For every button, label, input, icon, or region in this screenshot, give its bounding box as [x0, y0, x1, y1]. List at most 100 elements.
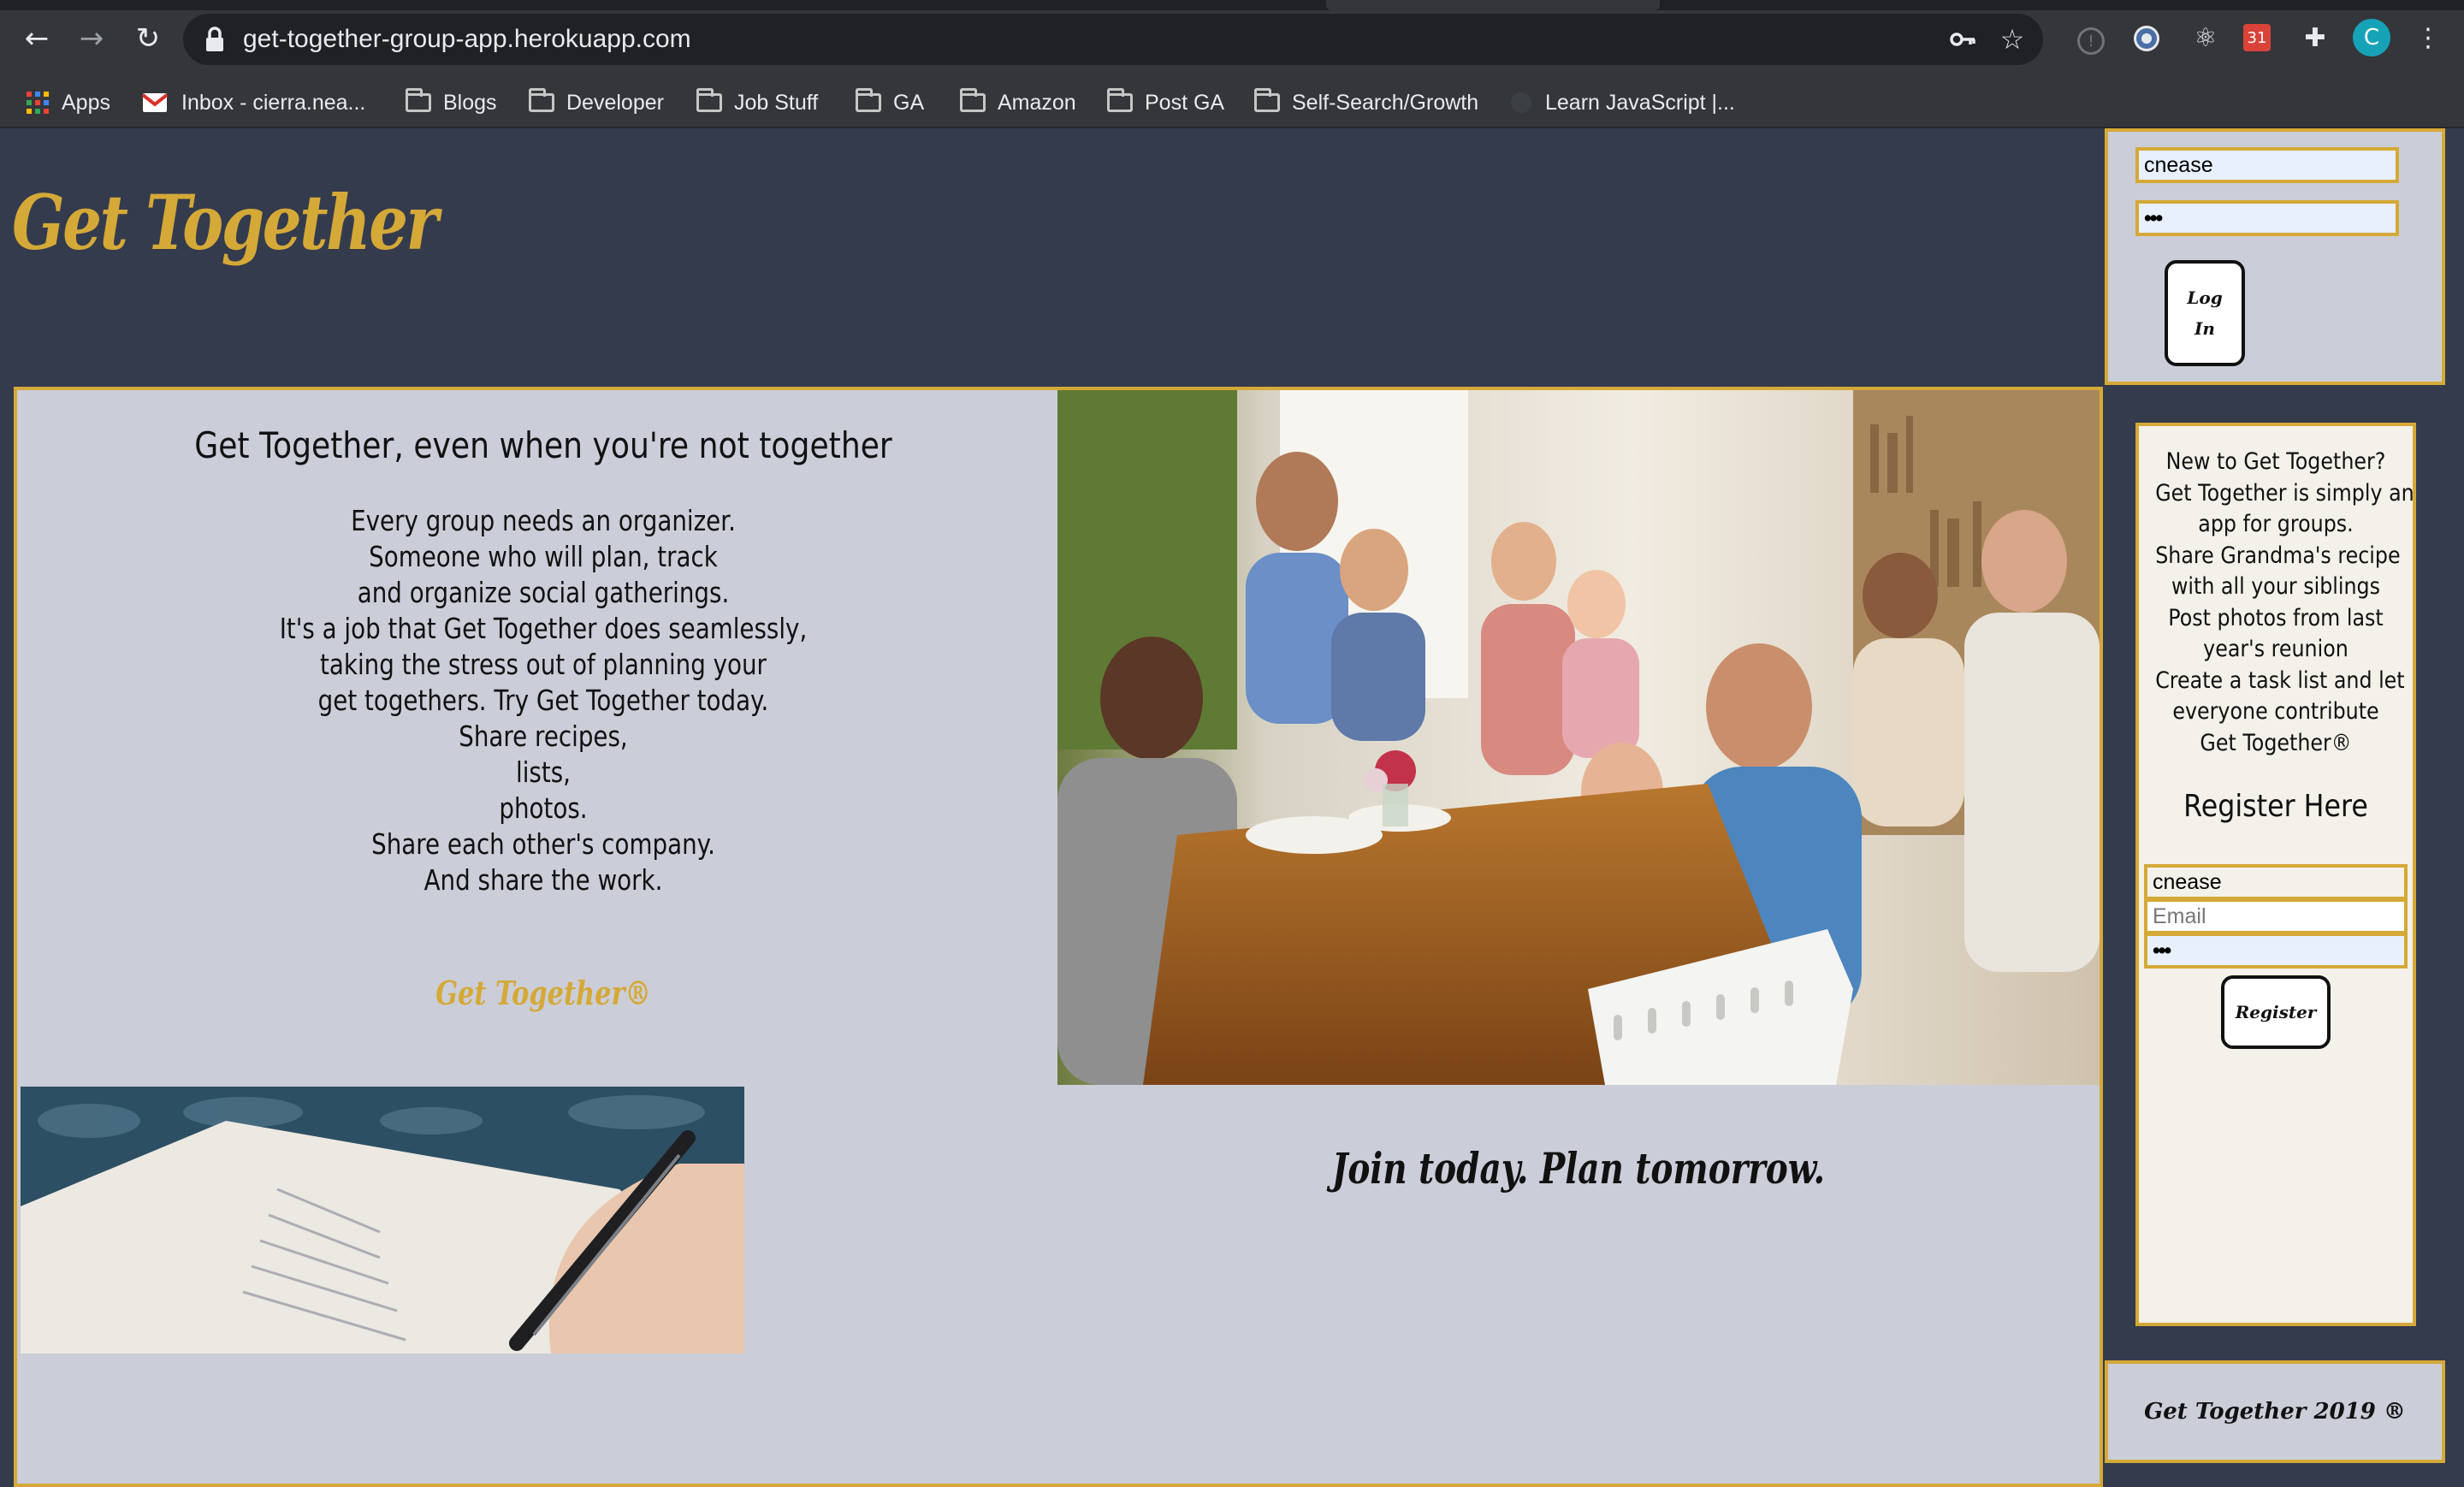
lock-icon — [206, 27, 223, 51]
bookmark-label: Learn JavaScript |... — [1545, 90, 1735, 115]
register-password-value: ••• — [2153, 938, 2171, 963]
gmail-icon — [142, 93, 168, 112]
bookmark-ga[interactable]: GA — [856, 84, 924, 121]
family-dinner-photo — [1057, 390, 2100, 1085]
login-password-value: ••• — [2144, 205, 2163, 230]
intro-line: Share recipes, — [459, 720, 628, 753]
register-copy-line: with all your siblings — [2171, 573, 2381, 600]
puzzle-extensions-icon[interactable]: ✚ — [2296, 19, 2334, 56]
profile-avatar[interactable]: C — [2353, 19, 2390, 56]
key-icon[interactable] — [1947, 24, 1978, 55]
bookmark-self-search[interactable]: Self-Search/Growth — [1254, 84, 1478, 121]
bookmark-label: Apps — [62, 90, 110, 115]
notebook-checklist-photo — [21, 1087, 744, 1354]
register-heading: Register Here — [2183, 789, 2368, 824]
bookmark-amazon[interactable]: Amazon — [960, 84, 1076, 121]
web-page: Get Together cnease ••• Log In Get Toget… — [0, 128, 2464, 1487]
bookmark-label: Self-Search/Growth — [1292, 90, 1479, 115]
register-email-input[interactable]: Email — [2144, 898, 2408, 934]
main-content-panel: Get Together, even when you're not toget… — [14, 387, 2103, 1487]
login-username-input[interactable]: cnease — [2135, 147, 2399, 183]
apps-grid-icon — [27, 92, 49, 114]
register-copy-line: Get Together® — [2200, 729, 2352, 756]
register-copy-line: everyone contribute — [2172, 698, 2379, 725]
intro-line: lists, — [516, 755, 571, 789]
reload-icon[interactable]: ↻ — [128, 19, 168, 58]
active-tab[interactable] — [1326, 0, 1660, 10]
intro-line: get togethers. Try Get Together today. — [317, 684, 769, 717]
intro-text: Every group needs an organizer. Someone … — [17, 503, 1069, 898]
register-copy-line: app for groups. — [2198, 511, 2354, 537]
login-password-input[interactable]: ••• — [2135, 200, 2399, 236]
register-copy-line: New to Get Together? — [2165, 448, 2386, 475]
tagline: Join today. Plan tomorrow. — [1331, 1143, 1826, 1194]
login-username-value: cnease — [2144, 152, 2213, 177]
extension-info-icon[interactable]: ! — [2077, 27, 2105, 55]
login-button[interactable]: Log In — [2165, 260, 2245, 366]
intro-line: And share the work. — [424, 863, 663, 897]
login-button-label-1: Log — [2187, 287, 2223, 308]
brand-mark: Get Together® — [435, 974, 651, 1012]
browser-toolbar: ← → ↻ get-together-group-app.herokuapp.c… — [0, 0, 2464, 79]
bookmark-label: GA — [893, 90, 925, 115]
tab-strip — [0, 0, 2464, 10]
intro-line: Share each other's company. — [371, 827, 715, 861]
bookmark-blogs[interactable]: Blogs — [406, 84, 497, 121]
bookmark-job-stuff[interactable]: Job Stuff — [696, 84, 818, 121]
register-copy-line: Get Together is simply an — [2155, 479, 2414, 507]
forward-arrow-icon[interactable]: → — [72, 19, 111, 58]
register-button-label: Register — [2235, 1002, 2317, 1022]
url-text[interactable]: get-together-group-app.herokuapp.com — [243, 24, 691, 55]
bookmark-label: Job Stuff — [734, 90, 819, 115]
register-copy-line: Post photos from last — [2168, 604, 2384, 631]
profile-initial: C — [2363, 25, 2380, 50]
site-logo[interactable]: Get Together — [12, 178, 439, 267]
folder-icon — [960, 88, 986, 112]
bookmark-label: Blogs — [443, 90, 497, 115]
folder-icon — [856, 88, 881, 112]
intro-line: It's a job that Get Together does seamle… — [279, 612, 808, 645]
folder-icon — [1254, 88, 1280, 112]
footer: Get Together 2019 ® — [2105, 1360, 2445, 1463]
folder-icon — [529, 88, 554, 112]
page-headline: Get Together, even when you're not toget… — [194, 424, 892, 466]
bookmark-developer[interactable]: Developer — [529, 84, 664, 121]
bookmark-learn-javascript[interactable]: Learn JavaScript |... — [1511, 84, 1735, 121]
bookmark-post-ga[interactable]: Post GA — [1107, 84, 1224, 121]
bookmark-apps[interactable]: Apps — [26, 84, 110, 121]
folder-icon — [1107, 88, 1133, 112]
more-menu-icon[interactable]: ⋮ — [2409, 19, 2447, 56]
login-button-label-2: In — [2194, 318, 2215, 339]
register-copy-line: year's reunion — [2203, 636, 2348, 662]
intro-line: taking the stress out of planning your — [320, 648, 767, 681]
register-copy-line: Share Grandma's recipe — [2155, 542, 2401, 569]
register-copy-line: Create a task list and let — [2155, 666, 2405, 694]
extension-blue-circle-icon[interactable] — [2134, 26, 2159, 51]
register-description: New to Get Together? Get Together is sim… — [2139, 447, 2414, 759]
bookmark-label: Inbox - cierra.nea... — [181, 90, 366, 115]
bookmarks-bar: Apps Inbox - cierra.nea... Blogs Develop… — [0, 79, 2464, 128]
intro-line: Someone who will plan, track — [369, 540, 718, 573]
intro-line: photos. — [499, 791, 588, 825]
register-password-input[interactable]: ••• — [2144, 933, 2408, 969]
calendar-extension-icon[interactable]: 31 — [2243, 24, 2271, 51]
star-bookmark-icon[interactable]: ☆ — [1997, 24, 2028, 55]
login-panel: cnease ••• Log In — [2105, 128, 2445, 385]
register-button[interactable]: Register — [2221, 975, 2331, 1049]
address-bar[interactable]: get-together-group-app.herokuapp.com ☆ — [183, 14, 2043, 65]
site-icon — [1511, 92, 1531, 113]
bookmark-label: Amazon — [998, 90, 1076, 115]
intro-line: and organize social gatherings. — [357, 576, 730, 609]
folder-icon — [406, 88, 431, 112]
register-panel: New to Get Together? Get Together is sim… — [2135, 423, 2416, 1326]
footer-text: Get Together 2019 ® — [2144, 1399, 2406, 1425]
intro-line: Every group needs an organizer. — [351, 504, 736, 537]
bookmark-inbox[interactable]: Inbox - cierra.nea... — [142, 84, 365, 121]
react-devtools-icon[interactable]: ⚛ — [2187, 19, 2224, 56]
register-username-input[interactable]: cnease — [2144, 864, 2408, 900]
register-username-value: cnease — [2153, 869, 2222, 894]
folder-icon — [696, 88, 722, 112]
bookmark-label: Developer — [566, 90, 664, 115]
back-arrow-icon[interactable]: ← — [17, 19, 56, 58]
register-email-placeholder: Email — [2153, 903, 2206, 928]
